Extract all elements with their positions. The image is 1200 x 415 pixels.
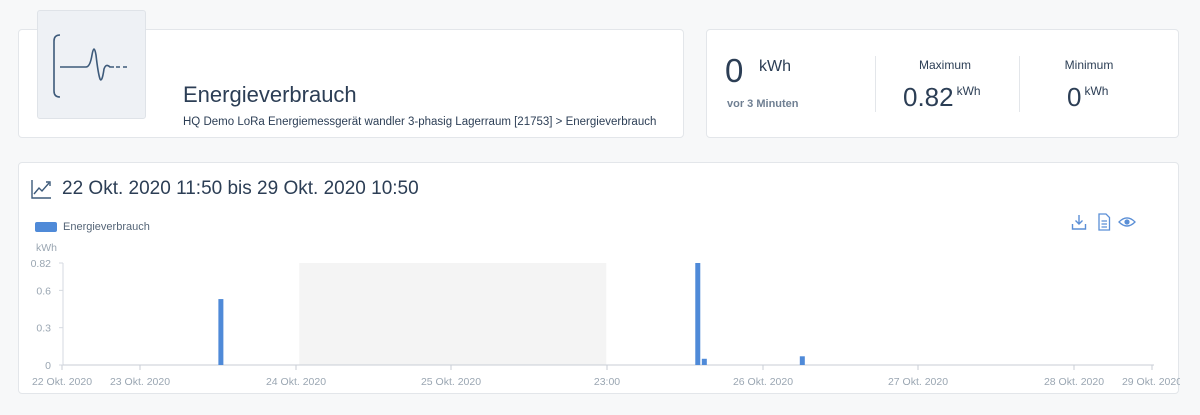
minimum-unit: kWh [1084,84,1109,98]
x-tick-label: 26 Okt. 2020 [733,376,793,388]
current-unit: kWh [759,58,791,75]
sensor-tile [37,10,146,119]
stat-divider [875,56,876,112]
maximum-value: 0.82 kWh [903,82,981,113]
x-tick-label: 22 Okt. 2020 [32,376,92,388]
x-tick-label: 27 Okt. 2020 [888,376,948,388]
minimum-number: 0 [1067,82,1082,112]
x-tick-label: 23 Okt. 2020 [110,376,170,388]
x-tick-label: 23:00 [594,376,620,388]
y-tick-label: 0 [45,360,51,372]
current-value: 0 [725,52,744,89]
breadcrumb[interactable]: HQ Demo LoRa Energiemessgerät wandler 3-… [183,116,656,128]
stat-divider [1019,56,1020,112]
y-tick-label: 0.6 [36,285,51,297]
energy-bar-chart: kWh 0 0.3 0.6 0.82 22 Okt. 2020 23 Okt. 2020… [31,242,1180,388]
y-tick-label: 0.82 [31,258,52,270]
minimum-value: 0 kWh [1067,82,1108,113]
chart-bar[interactable] [695,263,701,365]
chart-card: 22 Okt. 2020 11:50 bis 29 Okt. 2020 10:5… [18,162,1180,394]
stats-card: 0 kWh vor 3 Minuten Maximum 0.82 kWh Mini… [706,29,1179,138]
maximum-label: Maximum [918,58,971,72]
chart-bar[interactable] [799,356,805,365]
x-tick-label: 24 Okt. 2020 [266,376,326,388]
x-tick-label: 28 Okt. 2020 [1044,376,1104,388]
y-axis-label: kWh [36,242,57,254]
sensor-waveform-icon [53,34,127,98]
chart-bar[interactable] [701,358,707,365]
highlight-band [299,263,607,365]
x-tick-label: 25 Okt. 2020 [421,376,481,388]
minimum-label: Minimum [1064,58,1114,72]
current-timestamp: vor 3 Minuten [727,98,799,110]
maximum-unit: kWh [956,84,981,98]
chart-bar[interactable] [218,299,224,365]
maximum-number: 0.82 [903,82,954,112]
y-tick-label: 0.3 [36,323,51,335]
page-title: Energieverbrauch [183,82,357,107]
x-tick-label: 29 Okt. 2020 [1122,376,1180,388]
